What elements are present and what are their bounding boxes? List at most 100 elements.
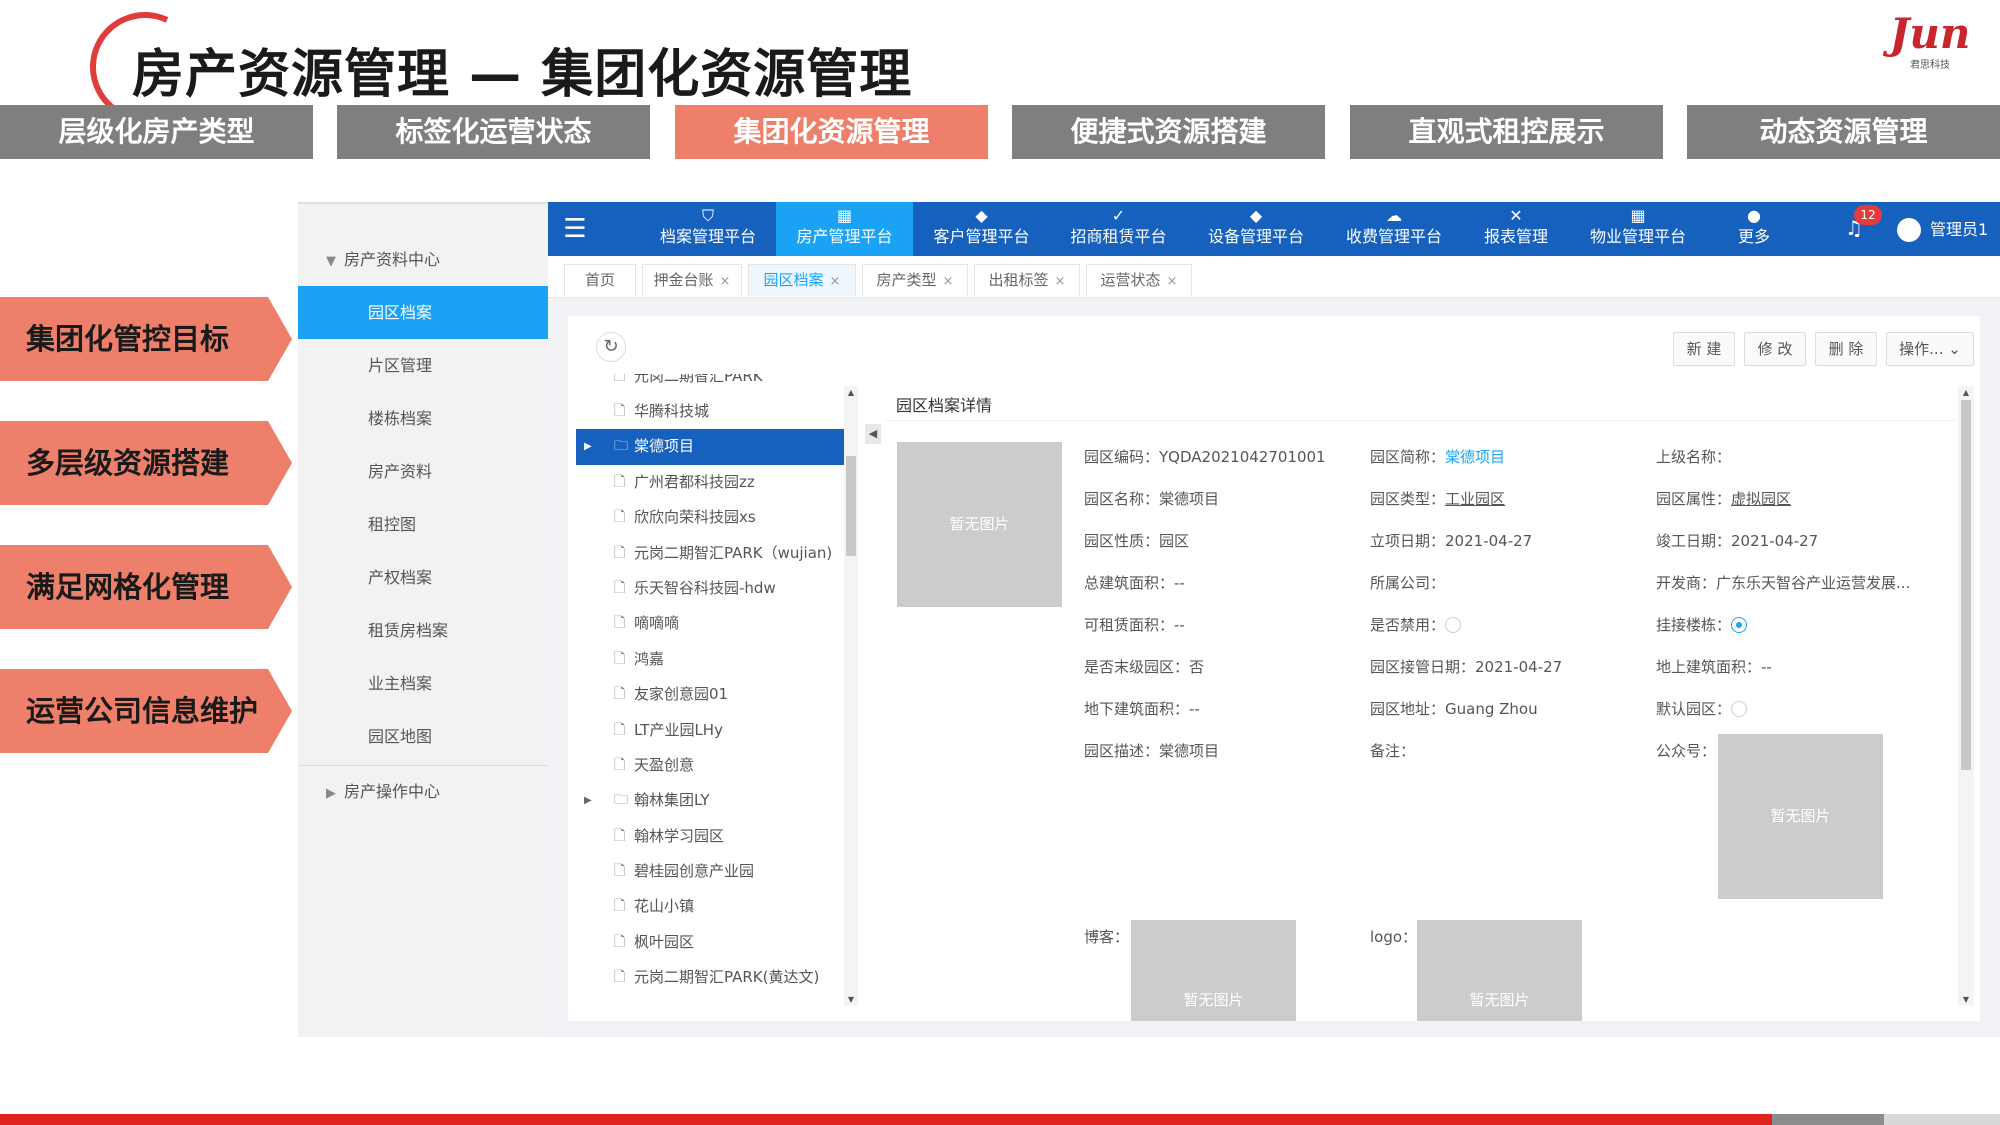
nav-leasing-platform[interactable]: ✓ 招商租赁平台 <box>1050 202 1187 256</box>
tree-item[interactable]: 🗋 枫叶园区 <box>576 925 844 960</box>
tree-item-selected[interactable]: ▶ 🗀 棠德项目 <box>576 429 844 465</box>
slide-title: 房产资源管理 — 集团化资源管理 <box>132 45 913 105</box>
park-image-placeholder: 暂无图片 <box>897 442 1062 607</box>
top-navigation: ☰ ⛉ 档案管理平台 ▦ 房产管理平台 ◆ 客户管理平台 ✓ 招商租赁平台 ◆ 设备管理平… <box>548 202 2000 256</box>
feature-tab-2: 标签化运营状态 <box>337 105 650 159</box>
field-developer: 开发商：广东乐天智谷产业运营发展... <box>1656 574 1911 592</box>
sidebar-group-operation-center[interactable]: ▶ 房产操作中心 <box>298 766 548 818</box>
tree-item[interactable]: 🗋 欣欣向荣科技园xs <box>576 500 844 535</box>
field-blog: 博客： <box>1084 928 1130 946</box>
chart-icon: ✕ <box>1509 206 1523 225</box>
delete-button[interactable]: 删 除 <box>1815 332 1877 366</box>
edit-button[interactable]: 修 改 <box>1744 332 1806 366</box>
sidebar-item-lease[interactable]: 租赁房档案 <box>298 604 548 657</box>
close-icon[interactable]: × <box>943 274 954 289</box>
file-icon: 🗋 <box>614 686 626 703</box>
building-icon: ▦ <box>836 206 853 225</box>
app-sidebar: ▼ 房产资料中心 园区档案 片区管理 楼栋档案 房产资料 租控图 产权档案 租赁房… <box>298 202 548 1037</box>
side-label-4: 运营公司信息维护 <box>0 669 292 753</box>
scroll-down-icon[interactable]: ▼ <box>1958 995 1974 1004</box>
park-tree: 🗋 元岗二期智汇PARK 🗋 华腾科技城 ▶ 🗀 棠德项目 🗋 广州君都科技园zz 🗋 欣欣… <box>576 374 844 1004</box>
close-icon[interactable]: × <box>830 274 841 289</box>
tree-item[interactable]: 🗋 翰林学习园区 <box>576 819 844 854</box>
nav-customer-platform[interactable]: ◆ 客户管理平台 <box>913 202 1050 256</box>
nav-archive-platform[interactable]: ⛉ 档案管理平台 <box>640 202 776 256</box>
nav-property-platform[interactable]: ▦ 房产管理平台 <box>776 202 913 256</box>
field-park-name: 园区名称：棠德项目 <box>1084 490 1220 508</box>
tree-item[interactable]: 🗋 嘀嘀嘀 <box>576 606 844 641</box>
tree-item[interactable]: 🗋 华腾科技城 <box>576 394 844 429</box>
field-linked-building: 挂接楼栋： <box>1656 614 1748 635</box>
nav-equipment-platform[interactable]: ◆ 设备管理平台 <box>1187 202 1325 256</box>
folder-icon: 🗀 <box>614 438 628 455</box>
linked-building-radio[interactable] <box>1731 617 1748 633</box>
tree-item[interactable]: 🗋 碧桂园创意产业园 <box>576 854 844 889</box>
tree-item[interactable]: 🗋 乐天智谷科技园-hdw <box>576 571 844 606</box>
field-wechat-account: 公众号： <box>1656 742 1717 760</box>
tab-rent-label[interactable]: 出租标签 × <box>974 264 1080 296</box>
tab-deposit-ledger[interactable]: 押金台账 × <box>642 264 742 296</box>
collapse-panel-icon[interactable]: ◀ <box>865 424 881 444</box>
blog-image-placeholder: 暂无图片 <box>1131 920 1296 1021</box>
operation-dropdown[interactable]: 操作... ⌄ <box>1886 332 1974 366</box>
sidebar-group-label: 房产资料中心 <box>344 250 441 269</box>
tree-scrollbar[interactable]: ▲ ▼ <box>844 386 858 1006</box>
field-park-type: 园区类型：工业园区 <box>1370 490 1506 508</box>
tree-item[interactable]: 🗋 花山小镇 <box>576 889 844 924</box>
tab-property-type[interactable]: 房产类型 × <box>862 264 968 296</box>
tab-park-archive[interactable]: 园区档案 × <box>748 264 856 296</box>
sidebar-item-park-map[interactable]: 园区地图 <box>298 710 548 763</box>
sidebar-item-rent-map[interactable]: 租控图 <box>298 498 548 551</box>
file-icon: 🗋 <box>614 933 626 950</box>
sidebar-group-resource-center[interactable]: ▼ 房产资料中心 <box>298 234 548 286</box>
detail-title: 园区档案详情 <box>896 396 993 415</box>
file-icon: 🗋 <box>614 544 626 561</box>
close-icon[interactable]: × <box>720 274 731 289</box>
close-icon[interactable]: × <box>1055 274 1066 289</box>
expand-arrow-icon[interactable]: ▶ <box>584 783 592 818</box>
hamburger-menu-icon[interactable]: ☰ <box>560 214 590 244</box>
sidebar-item-property[interactable]: 房产资料 <box>298 445 548 498</box>
refresh-icon[interactable]: ↻ <box>596 332 626 362</box>
sidebar-item-park-archive[interactable]: 园区档案 <box>298 286 548 339</box>
nav-more[interactable]: ● 更多 <box>1707 202 1801 256</box>
tab-operation-status[interactable]: 运营状态 × <box>1086 264 1192 296</box>
nav-billing-platform[interactable]: ☁ 收费管理平台 <box>1325 202 1463 256</box>
tree-item[interactable]: 🗋 友家创意园01 <box>576 677 844 712</box>
tree-item[interactable]: 🗋 元岗二期智汇PARK（wujian) <box>576 536 844 571</box>
sidebar-item-owner[interactable]: 业主档案 <box>298 657 548 710</box>
user-name[interactable]: 管理员1 <box>1930 218 1988 242</box>
park-short-name-link[interactable]: 棠德项目 <box>1445 448 1505 466</box>
tree-item[interactable]: 🗋 广州君都科技园zz <box>576 465 844 500</box>
tree-item[interactable]: 🗋 天盈创意 <box>576 748 844 783</box>
sidebar-item-ownership[interactable]: 产权档案 <box>298 551 548 604</box>
detail-scrollbar[interactable]: ▲ ▼ <box>1958 386 1974 1006</box>
chevron-down-icon: ⌄ <box>1948 340 1961 358</box>
tree-item[interactable]: 🗋 元岗二期智汇PARK <box>576 374 844 394</box>
tree-item[interactable]: 🗋 元岗二期智汇PARK(黄达文) <box>576 960 844 995</box>
nav-report[interactable]: ✕ 报表管理 <box>1463 202 1569 256</box>
scroll-up-icon[interactable]: ▲ <box>844 388 858 397</box>
tree-item[interactable]: ▶ 🗀 翰林集团LY <box>576 783 844 818</box>
disabled-radio[interactable] <box>1445 617 1462 633</box>
scroll-up-icon[interactable]: ▲ <box>1958 388 1974 397</box>
folder-icon: 🗀 <box>614 792 628 809</box>
sidebar-item-area[interactable]: 片区管理 <box>298 339 548 392</box>
scroll-down-icon[interactable]: ▼ <box>844 995 858 1004</box>
expand-arrow-icon[interactable]: ▶ <box>584 429 592 464</box>
scrollbar-thumb[interactable] <box>1961 400 1971 770</box>
close-icon[interactable]: × <box>1167 274 1178 289</box>
tree-item[interactable]: 🗋 鸿嘉 <box>576 642 844 677</box>
tab-home[interactable]: 首页 <box>564 264 636 296</box>
sidebar-item-building[interactable]: 楼栋档案 <box>298 392 548 445</box>
main-panel: ↻ 新 建 修 改 删 除 操作... ⌄ 🗋 元岗二期智汇PARK 🗋 华腾科技城… <box>568 316 1980 1021</box>
avatar[interactable] <box>1897 218 1921 242</box>
default-park-radio[interactable] <box>1731 701 1748 717</box>
nav-estate-platform[interactable]: ▦ 物业管理平台 <box>1569 202 1707 256</box>
field-completion-date: 竣工日期：2021-04-27 <box>1656 532 1819 550</box>
new-button[interactable]: 新 建 <box>1673 332 1735 366</box>
file-icon: 🗋 <box>614 898 626 915</box>
scrollbar-thumb[interactable] <box>846 456 856 556</box>
tree-item[interactable]: 🗋 LT产业园LHy <box>576 713 844 748</box>
field-remark: 备注： <box>1370 742 1416 760</box>
